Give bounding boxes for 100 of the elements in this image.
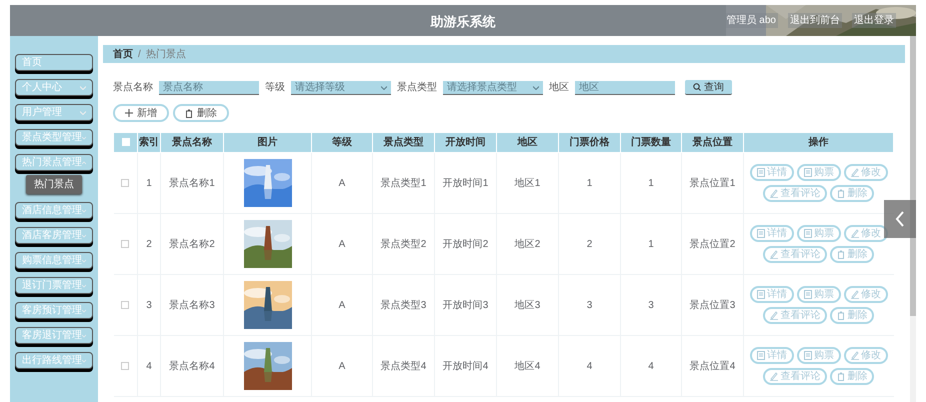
chevron-down-icon	[533, 86, 539, 90]
table-cell: 1	[586, 178, 592, 188]
pencil-icon	[850, 229, 859, 238]
menu-item[interactable]: 酒店信息管理	[15, 202, 93, 219]
row-checkbox[interactable]	[121, 240, 130, 248]
table-cell: 地区2	[514, 238, 540, 250]
menu-item[interactable]: 购票信息管理	[15, 252, 93, 269]
breadcrumb-link[interactable]: 首页	[113, 46, 133, 62]
table-cell: 景点类型2	[380, 238, 426, 250]
table-cell: 景点名称3	[169, 300, 215, 310]
action-button[interactable]: 查看评论	[763, 185, 828, 202]
chevron-down-icon	[82, 308, 86, 312]
action-button[interactable]: 修改	[844, 347, 888, 364]
add-button[interactable]: 新增	[113, 104, 169, 122]
chevron-down-icon	[82, 258, 86, 262]
table-cell: 1	[146, 178, 152, 188]
select-all-checkbox[interactable]	[122, 138, 130, 146]
field-label: 景点类型	[397, 80, 437, 95]
pencil-icon	[850, 168, 859, 177]
search-button[interactable]: 查询	[685, 80, 732, 95]
breadcrumb-link[interactable]: 热门景点	[146, 46, 186, 62]
chevron-down-icon	[82, 234, 86, 238]
action-button[interactable]: 删除	[830, 307, 874, 324]
input-field[interactable]: 景点名称	[159, 80, 259, 94]
action-button[interactable]: 详情	[750, 286, 794, 303]
table-cell: A	[338, 178, 346, 188]
column-header: 地区	[518, 137, 538, 148]
chevron-left-icon	[895, 211, 905, 227]
action-button[interactable]: 修改	[844, 164, 888, 181]
chevron-down-icon	[82, 284, 86, 288]
menu-item[interactable]: 退订门票管理	[15, 277, 93, 294]
action-button[interactable]: 查看评论	[763, 368, 828, 385]
table-cell: 3	[586, 300, 592, 310]
action-button[interactable]: 修改	[844, 225, 888, 242]
table-cell: 景点名称2	[169, 238, 215, 250]
input-field[interactable]: 地区	[575, 80, 675, 94]
field-label: 景点名称	[113, 80, 153, 95]
field-label: 等级	[265, 81, 285, 95]
delete-button[interactable]: 删除	[173, 104, 229, 122]
menu-item[interactable]: 客房预订管理	[15, 302, 93, 319]
chevron-down-icon	[80, 86, 86, 90]
action-button[interactable]: 删除	[830, 246, 874, 263]
submenu-item[interactable]: 热门景点	[26, 175, 82, 194]
table-cell: A	[338, 300, 346, 310]
table-cell: 4	[586, 360, 592, 372]
table-cell: 地区4	[514, 360, 540, 372]
table-cell: 1	[648, 238, 654, 250]
collapse-button[interactable]	[884, 200, 916, 238]
column-header: 门票数量	[631, 137, 671, 148]
action-button[interactable]: 修改	[844, 286, 888, 303]
table-cell: 景点名称4	[169, 360, 215, 372]
table-cell: 地区1	[514, 178, 540, 188]
action-button[interactable]: 详情	[750, 347, 794, 364]
header-link[interactable]: 管理员 abo	[724, 13, 778, 28]
trash-icon	[837, 372, 846, 381]
menu-item[interactable]: 首页	[15, 54, 93, 71]
action-button[interactable]: 购票	[796, 164, 841, 181]
breadcrumb-separator: /	[138, 48, 141, 62]
header-link[interactable]: 退出登录	[852, 13, 896, 28]
action-button[interactable]: 删除	[830, 368, 874, 385]
menu-item[interactable]: 酒店客房管理	[15, 227, 93, 244]
action-button[interactable]: 购票	[796, 347, 841, 364]
column-header: 索引	[139, 137, 159, 148]
action-button[interactable]: 删除	[830, 185, 874, 202]
row-checkbox[interactable]	[121, 178, 130, 187]
select-field[interactable]: 请选择等级	[291, 80, 391, 94]
table-cell: 2	[586, 238, 592, 250]
row-checkbox[interactable]	[121, 362, 130, 370]
trash-icon	[837, 250, 846, 259]
table-cell: 景点位置2	[690, 238, 736, 250]
pencil-icon	[850, 290, 859, 299]
action-button[interactable]: 查看评论	[763, 307, 828, 324]
action-button[interactable]: 查看评论	[763, 246, 828, 263]
header-link[interactable]: 退出到前台	[788, 13, 842, 28]
table-cell: 开放时间4	[442, 360, 488, 372]
document-icon	[804, 168, 812, 177]
column-header: 开放时间	[446, 137, 486, 148]
table-cell: 开放时间1	[442, 178, 488, 188]
menu-item[interactable]: 个人中心	[15, 79, 93, 96]
table-cell: 4	[648, 360, 654, 372]
row-checkbox[interactable]	[121, 300, 130, 309]
action-button[interactable]: 购票	[796, 225, 841, 242]
table-cell: 2	[146, 238, 152, 250]
action-button[interactable]: 详情	[750, 225, 794, 242]
column-header: 门票价格	[570, 137, 610, 148]
document-icon	[756, 351, 765, 360]
menu-item[interactable]: 用户管理	[15, 104, 93, 121]
chevron-down-icon	[82, 208, 86, 212]
column-header: 等级	[332, 137, 352, 148]
menu-item[interactable]: 热门景点管理	[15, 154, 93, 171]
document-icon	[804, 290, 812, 299]
select-field[interactable]: 请选择景点类型	[443, 80, 543, 94]
menu-item[interactable]: 景点类型管理	[15, 129, 93, 146]
chevron-down-icon	[82, 334, 86, 338]
menu-item[interactable]: 客房退订管理	[15, 327, 93, 344]
menu-item[interactable]: 出行路线管理	[15, 352, 93, 369]
action-button[interactable]: 购票	[796, 286, 841, 303]
document-icon	[804, 351, 812, 360]
column-header: 景点类型	[384, 137, 424, 148]
action-button[interactable]: 详情	[750, 164, 794, 181]
